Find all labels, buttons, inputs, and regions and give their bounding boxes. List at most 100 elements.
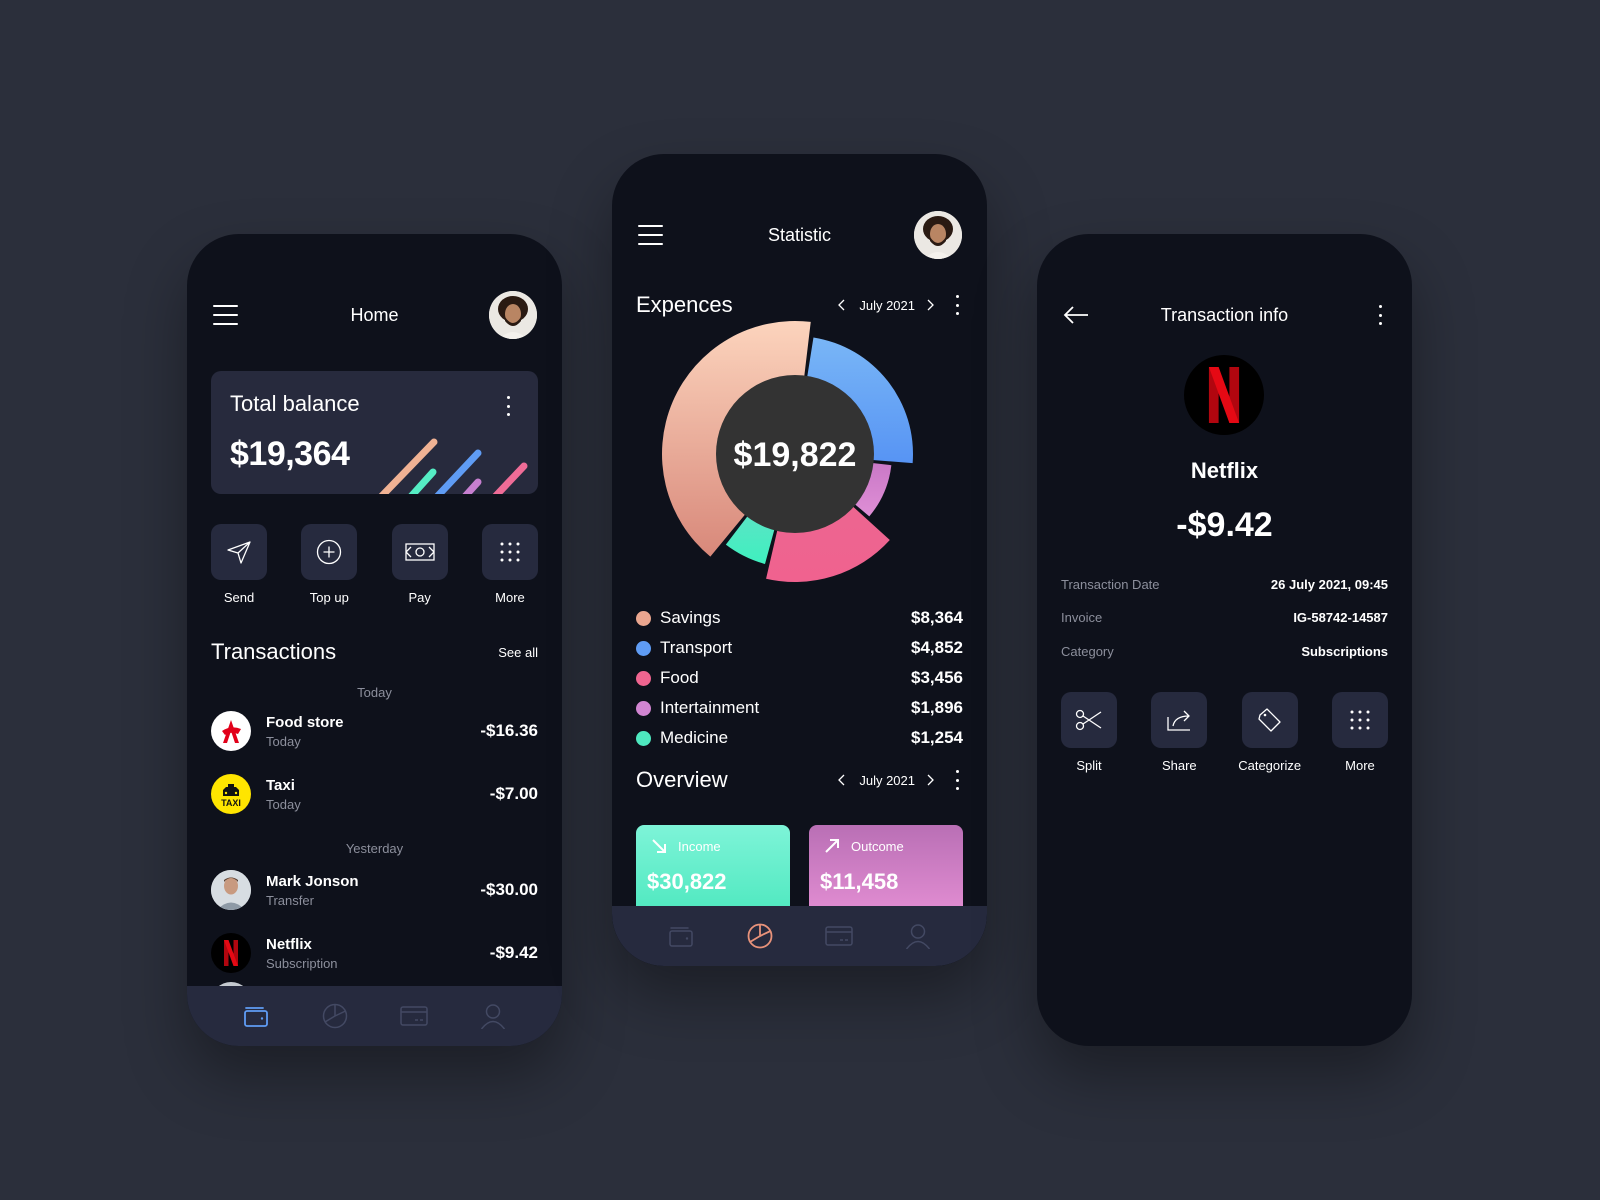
- more-button[interactable]: More: [1331, 692, 1388, 773]
- legend-label: Intertainment: [660, 698, 760, 717]
- legend-item-intertainment[interactable]: Intertainment $1,896: [636, 693, 963, 723]
- chevron-right-icon: [927, 299, 934, 311]
- transaction-amount: -$16.36: [480, 721, 538, 740]
- tab-profile[interactable]: [473, 996, 513, 1036]
- legend-value: $8,364: [911, 608, 963, 627]
- stripe: [462, 478, 482, 494]
- legend-value: $1,254: [911, 728, 963, 747]
- detail-row-invoice: Invoice IG-58742-14587: [1061, 607, 1388, 627]
- transaction-more-button[interactable]: [1374, 305, 1386, 325]
- overview-more-button[interactable]: [951, 770, 963, 790]
- next-month-button[interactable]: [927, 774, 937, 786]
- detail-row-category: Category Subscriptions: [1061, 641, 1388, 661]
- transaction-info-screen: Transaction info Netflix -$9.42 Transact…: [1037, 234, 1412, 1046]
- balance-card[interactable]: Total balance $19,364: [211, 371, 538, 494]
- legend-value: $4,852: [911, 638, 963, 657]
- stripe: [378, 438, 438, 494]
- tab-cards[interactable]: [394, 996, 434, 1036]
- transaction-row[interactable]: TAXI Taxi Today -$7.00: [211, 773, 538, 815]
- chevron-left-icon: [838, 299, 845, 311]
- more-button[interactable]: More: [481, 524, 538, 605]
- categorize-button[interactable]: Categorize: [1238, 692, 1301, 773]
- page-title: Transaction info: [1160, 304, 1289, 325]
- action-label: More: [1345, 758, 1375, 773]
- expenses-more-button[interactable]: [951, 295, 963, 315]
- prev-month-button[interactable]: [837, 299, 847, 311]
- menu-button[interactable]: [638, 225, 663, 245]
- arrow-up-right-icon: [825, 839, 839, 853]
- income-value: $30,822: [647, 869, 727, 894]
- detail-row-date: Transaction Date 26 July 2021, 09:45: [1061, 574, 1388, 594]
- home-header: Home: [187, 291, 562, 339]
- credit-card-icon: [825, 926, 853, 946]
- prev-month-button[interactable]: [837, 774, 847, 786]
- user-avatar[interactable]: [914, 211, 962, 259]
- tab-wallet[interactable]: [661, 916, 701, 956]
- legend-swatch: [636, 730, 651, 746]
- page-title: Statistic: [767, 224, 832, 245]
- tab-cards[interactable]: [819, 916, 859, 956]
- next-month-button[interactable]: [927, 299, 937, 311]
- stripe: [408, 468, 437, 494]
- menu-button[interactable]: [213, 305, 238, 325]
- transaction-row[interactable]: Mark Jonson Transfer -$30.00: [211, 869, 538, 911]
- split-button[interactable]: Split: [1061, 692, 1117, 773]
- user-avatar[interactable]: [489, 291, 537, 339]
- legend-swatch: [636, 670, 651, 686]
- detail-label: Category: [1061, 643, 1114, 659]
- month-label: July 2021: [859, 297, 915, 313]
- detail-value: IG-58742-14587: [1293, 609, 1388, 625]
- transaction-row[interactable]: Food store Today -$16.36: [211, 710, 538, 752]
- outcome-value: $11,458: [820, 869, 899, 894]
- chevron-left-icon: [838, 774, 845, 786]
- tab-statistics[interactable]: [740, 916, 780, 956]
- see-all-link[interactable]: See all: [498, 645, 538, 660]
- pay-button[interactable]: Pay: [391, 524, 448, 605]
- home-screen: Home Total balance $19,364 Send Top up P…: [187, 234, 562, 1046]
- plus-circle-icon: [317, 539, 342, 565]
- action-label: Share: [1161, 758, 1197, 773]
- netflix-logo: [1184, 355, 1264, 435]
- balance-more-button[interactable]: [502, 396, 514, 416]
- transaction-row[interactable]: Netflix Subscription -$9.42: [211, 932, 538, 974]
- page-title: Home: [350, 304, 399, 325]
- credit-card-icon: [400, 1006, 428, 1026]
- tab-profile[interactable]: [898, 916, 938, 956]
- transaction-sub: Subscription: [266, 955, 338, 971]
- action-label: Top up: [309, 590, 349, 605]
- merchant-name: Netflix: [1190, 458, 1259, 483]
- month-label: July 2021: [859, 772, 915, 788]
- tab-statistics[interactable]: [315, 996, 355, 1036]
- back-arrow-icon[interactable]: [1063, 305, 1089, 325]
- legend-swatch: [636, 610, 651, 626]
- taxi-logo: TAXI: [211, 774, 251, 814]
- scissors-icon: [1075, 709, 1102, 731]
- action-label: Categorize: [1238, 758, 1302, 773]
- pie-chart-icon: [322, 1003, 348, 1029]
- overview-cards: Income $30,822 Outcome $11,458: [636, 825, 963, 915]
- balance-value: $19,364: [230, 435, 350, 473]
- income-label: Income: [678, 839, 721, 854]
- tab-bar: [612, 906, 987, 966]
- tab-wallet[interactable]: [236, 996, 276, 1036]
- taxi-logo-text: TAXI: [221, 798, 241, 808]
- person-avatar: [211, 870, 251, 910]
- expenses-header: Expences July 2021: [636, 290, 963, 320]
- income-card[interactable]: Income $30,822: [636, 825, 790, 915]
- share-button[interactable]: Share: [1151, 692, 1208, 773]
- top-up-button[interactable]: Top up: [301, 524, 358, 605]
- wallet-icon: [669, 927, 694, 947]
- outcome-card[interactable]: Outcome $11,458: [809, 825, 963, 915]
- user-icon: [905, 924, 930, 949]
- legend-item-transport[interactable]: Transport $4,852: [636, 633, 963, 663]
- transaction-name: Taxi: [266, 776, 295, 794]
- legend-item-food[interactable]: Food $3,456: [636, 663, 963, 693]
- statistic-header: Statistic: [612, 211, 987, 259]
- legend-item-medicine[interactable]: Medicine $1,254: [636, 723, 963, 753]
- overview-title: Overview: [636, 767, 728, 792]
- send-button[interactable]: Send: [211, 524, 267, 605]
- transaction-name: Netflix: [266, 935, 312, 953]
- legend-swatch: [636, 700, 651, 716]
- legend-item-savings[interactable]: Savings $8,364: [636, 603, 963, 633]
- food-store-logo: [211, 711, 251, 751]
